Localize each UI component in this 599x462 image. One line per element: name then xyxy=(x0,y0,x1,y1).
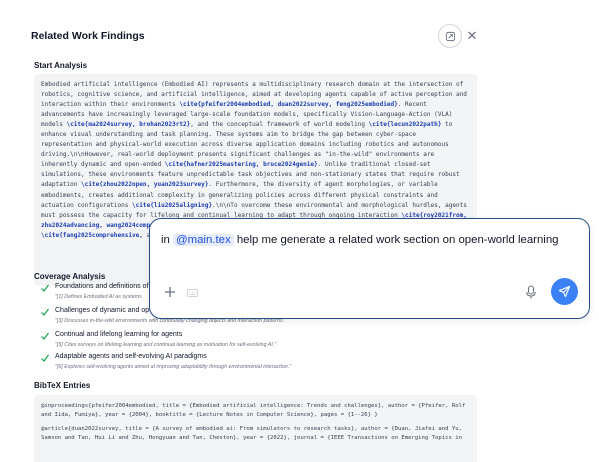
plus-icon[interactable] xyxy=(163,285,177,299)
citation-key: \cite{liu2025aligning} xyxy=(132,201,213,209)
chat-prefix: in xyxy=(161,234,174,246)
panel-title: Related Work Findings xyxy=(31,30,145,42)
coverage-item-title: Foundations and definitions of E xyxy=(55,283,156,290)
close-icon[interactable]: ✕ xyxy=(465,28,479,44)
start-analysis-text: Embodied artificial intelligence (Embodi… xyxy=(41,80,470,241)
analysis-segment: , and the conceptual framework of world … xyxy=(190,121,369,129)
check-icon xyxy=(41,284,49,292)
check-icon xyxy=(41,332,49,340)
coverage-item-note: "[1] Defines Embodied AI as systems xyxy=(55,294,142,300)
keyboard-icon[interactable] xyxy=(187,289,198,297)
expand-button[interactable] xyxy=(438,24,462,48)
citation-key: \cite{zhou2022open, yuan2023survey} xyxy=(81,181,209,189)
citation-key: \cite{lecun2022path} xyxy=(368,121,442,129)
related-work-panel: Related Work Findings ✕ Start Analysis E… xyxy=(0,0,599,462)
start-analysis-label: Start Analysis xyxy=(34,61,88,70)
citation-key: \cite{ma2024survey, brohan2023rt2} xyxy=(66,121,191,129)
check-icon xyxy=(41,354,49,362)
coverage-item-title: Continual and lifelong learning for agen… xyxy=(55,331,183,338)
chat-input-box[interactable]: in @main.tex help me generate a related … xyxy=(149,218,590,319)
citation-key: \cite{hafner2025mastering, bruce2024geni… xyxy=(164,161,318,169)
expand-icon xyxy=(445,31,455,41)
microphone-icon[interactable] xyxy=(525,285,537,300)
coverage-analysis-label: Coverage Analysis xyxy=(34,272,106,281)
bibtex-label: BibTeX Entries xyxy=(34,381,91,390)
panel-header: Related Work Findings ✕ xyxy=(31,24,579,50)
coverage-item-title: Challenges of dynamic and open xyxy=(55,307,157,314)
check-icon xyxy=(41,308,49,316)
send-icon xyxy=(558,285,571,298)
bibtex-box: @inproceedings{pfeifer2004embodied, titl… xyxy=(34,395,477,462)
bibtex-entry: @inproceedings{pfeifer2004embodied, titl… xyxy=(41,403,469,418)
file-mention-chip[interactable]: @main.tex xyxy=(173,234,234,246)
chat-input-text[interactable]: in @main.tex help me generate a related … xyxy=(161,231,561,249)
coverage-item-note: "[5] Cites surveys on lifelong learning … xyxy=(55,342,277,348)
bibtex-entry: @article{duan2022survey, title = {A surv… xyxy=(41,426,466,441)
chat-message: help me generate a related work section … xyxy=(233,234,559,246)
citation-key: \cite{fang2025comprehensive, xyxy=(41,231,143,239)
coverage-item-note: "[6] Explores self-evolving agents aimed… xyxy=(55,364,292,370)
citation-key: \cite{pfeifer2004embodied, duan2022surve… xyxy=(179,101,398,109)
coverage-item-title: Adaptable agents and self-evolving AI pa… xyxy=(55,353,207,360)
send-button[interactable] xyxy=(551,278,578,305)
